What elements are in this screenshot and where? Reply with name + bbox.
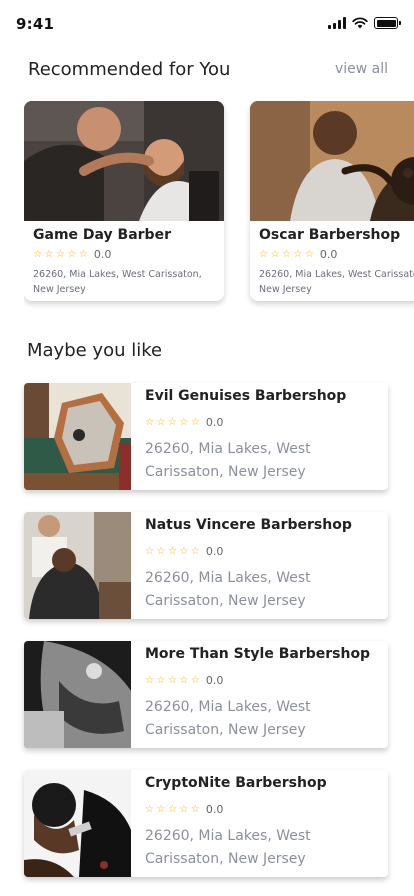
status-icons: [328, 17, 401, 29]
rating-value: 0.0: [205, 416, 224, 429]
barbershop-list-item[interactable]: CryptoNite Barbershop ☆ ☆ ☆ ☆ ☆ 0.0 2626…: [24, 770, 388, 877]
rating-value: 0.0: [319, 248, 338, 261]
rating-value: 0.0: [205, 545, 224, 558]
battery-icon: [374, 17, 401, 29]
rating-row: ☆ ☆ ☆ ☆ ☆ 0.0: [145, 803, 223, 816]
barbershop-address: 26260, Mia Lakes, West Carissaton, New J…: [145, 441, 311, 480]
barbershop-name: More Than Style Barbershop: [145, 646, 371, 662]
star-outline-icon: ☆: [33, 248, 42, 260]
star-outline-icon: ☆: [293, 248, 303, 260]
barbershop-name: Game Day Barber: [33, 227, 171, 243]
rating-row: ☆ ☆ ☆ ☆ ☆ 0.0: [259, 248, 337, 261]
star-rating: ☆ ☆ ☆ ☆ ☆: [33, 248, 88, 260]
rating-value: 0.0: [93, 248, 112, 261]
barbershop-photo: [250, 101, 414, 221]
barbershop-name: Natus Vincere Barbershop: [145, 517, 352, 533]
recommended-title: Recommended for You: [28, 59, 231, 80]
star-outline-icon: ☆: [190, 545, 200, 557]
recommended-carousel[interactable]: Game Day Barber ☆ ☆ ☆ ☆ ☆ 0.0 26260, Mia…: [24, 101, 414, 311]
star-rating: ☆ ☆ ☆ ☆ ☆: [145, 545, 200, 557]
barbershop-photo: [24, 101, 224, 221]
star-outline-icon: ☆: [259, 248, 268, 260]
star-outline-icon: ☆: [156, 803, 166, 815]
star-outline-icon: ☆: [145, 674, 154, 686]
star-outline-icon: ☆: [145, 803, 154, 815]
barbershop-photo: [24, 641, 131, 748]
barbershop-address: 26260, Mia Lakes, West Carissaton, New J…: [145, 699, 311, 738]
rating-row: ☆ ☆ ☆ ☆ ☆ 0.0: [145, 545, 223, 558]
star-outline-icon: ☆: [145, 416, 154, 428]
star-outline-icon: ☆: [55, 248, 65, 260]
barbershop-address: 26260, Mia Lakes, West Carissaton, New J…: [33, 269, 202, 295]
star-outline-icon: ☆: [67, 248, 77, 260]
star-outline-icon: ☆: [156, 674, 166, 686]
star-outline-icon: ☆: [190, 674, 200, 686]
star-outline-icon: ☆: [167, 545, 177, 557]
star-outline-icon: ☆: [190, 803, 200, 815]
view-all-link[interactable]: view all: [335, 61, 388, 77]
barbershop-name: CryptoNite Barbershop: [145, 775, 327, 791]
star-rating: ☆ ☆ ☆ ☆ ☆: [145, 416, 200, 428]
barbershop-list-item[interactable]: Natus Vincere Barbershop ☆ ☆ ☆ ☆ ☆ 0.0 2…: [24, 512, 388, 619]
star-outline-icon: ☆: [270, 248, 280, 260]
star-outline-icon: ☆: [156, 416, 166, 428]
star-outline-icon: ☆: [167, 674, 177, 686]
barbershop-list-item[interactable]: Evil Genuises Barbershop ☆ ☆ ☆ ☆ ☆ 0.0 2…: [24, 383, 388, 490]
barbershop-address: 26260, Mia Lakes, West Carissaton, New J…: [145, 828, 311, 867]
rating-row: ☆ ☆ ☆ ☆ ☆ 0.0: [145, 674, 223, 687]
rating-row: ☆ ☆ ☆ ☆ ☆ 0.0: [33, 248, 111, 261]
star-rating: ☆ ☆ ☆ ☆ ☆: [145, 803, 200, 815]
barbershop-address: 26260, Mia Lakes, West Carissaton, New J…: [145, 570, 311, 609]
star-outline-icon: ☆: [304, 248, 314, 260]
barbershop-name: Oscar Barbershop: [259, 227, 401, 243]
barbershop-photo: [24, 770, 131, 877]
star-outline-icon: ☆: [145, 545, 154, 557]
star-outline-icon: ☆: [78, 248, 88, 260]
star-outline-icon: ☆: [179, 545, 189, 557]
star-outline-icon: ☆: [179, 674, 189, 686]
maybe-you-like-title: Maybe you like: [27, 340, 163, 361]
wifi-icon: [352, 17, 368, 29]
barbershop-address: 26260, Mia Lakes, West Carissaton, New J…: [259, 269, 414, 295]
star-outline-icon: ☆: [179, 416, 189, 428]
barbershop-list-item[interactable]: More Than Style Barbershop ☆ ☆ ☆ ☆ ☆ 0.0…: [24, 641, 388, 748]
star-outline-icon: ☆: [156, 545, 166, 557]
star-outline-icon: ☆: [281, 248, 291, 260]
star-outline-icon: ☆: [167, 416, 177, 428]
star-outline-icon: ☆: [179, 803, 189, 815]
star-outline-icon: ☆: [167, 803, 177, 815]
status-time: 9:41: [16, 15, 55, 33]
rating-value: 0.0: [205, 674, 224, 687]
rating-row: ☆ ☆ ☆ ☆ ☆ 0.0: [145, 416, 223, 429]
star-outline-icon: ☆: [44, 248, 54, 260]
status-bar: 9:41: [0, 0, 414, 48]
star-rating: ☆ ☆ ☆ ☆ ☆: [259, 248, 314, 260]
recommended-card[interactable]: Game Day Barber ☆ ☆ ☆ ☆ ☆ 0.0 26260, Mia…: [24, 101, 224, 301]
star-rating: ☆ ☆ ☆ ☆ ☆: [145, 674, 200, 686]
rating-value: 0.0: [205, 803, 224, 816]
recommended-card[interactable]: Oscar Barbershop ☆ ☆ ☆ ☆ ☆ 0.0 26260, Mi…: [250, 101, 414, 301]
star-outline-icon: ☆: [190, 416, 200, 428]
barbershop-photo: [24, 383, 131, 490]
cellular-signal-icon: [328, 17, 346, 29]
barbershop-photo: [24, 512, 131, 619]
barbershop-name: Evil Genuises Barbershop: [145, 388, 347, 404]
